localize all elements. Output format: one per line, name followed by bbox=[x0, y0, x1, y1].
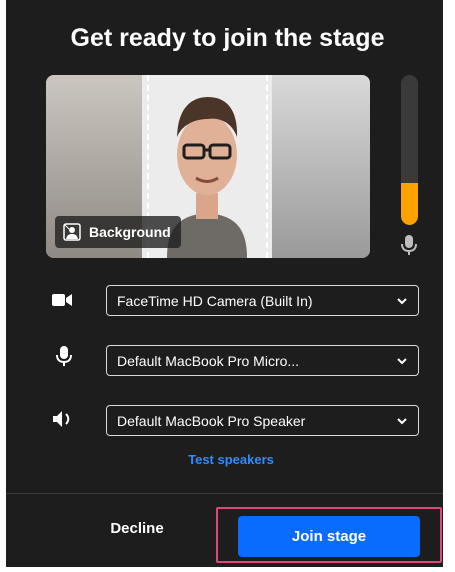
camera-select[interactable]: FaceTime HD Camera (Built In) bbox=[106, 285, 419, 316]
chevron-down-icon bbox=[397, 358, 407, 365]
microphone-select-value: Default MacBook Pro Micro... bbox=[117, 352, 300, 369]
speaker-icon bbox=[53, 411, 70, 427]
test-speakers-link[interactable]: Test speakers bbox=[0, 452, 455, 467]
crop-guide-right bbox=[266, 75, 268, 258]
chevron-down-icon bbox=[397, 418, 407, 425]
blurred-background-right bbox=[270, 75, 370, 258]
speaker-select-value: Default MacBook Pro Speaker bbox=[117, 412, 306, 429]
mic-level-fill bbox=[401, 183, 418, 225]
background-icon bbox=[63, 223, 81, 241]
microphone-icon bbox=[56, 346, 72, 366]
decline-button[interactable]: Decline bbox=[87, 520, 187, 537]
camera-select-value: FaceTime HD Camera (Built In) bbox=[117, 292, 313, 309]
camera-preview: Background bbox=[46, 75, 370, 258]
background-button-label: Background bbox=[89, 224, 171, 240]
background-button[interactable]: Background bbox=[55, 216, 181, 248]
dialog-title: Get ready to join the stage bbox=[70, 24, 385, 52]
microphone-select[interactable]: Default MacBook Pro Micro... bbox=[106, 345, 419, 376]
footer-divider bbox=[6, 493, 443, 494]
microphone-icon bbox=[401, 235, 417, 255]
join-stage-button[interactable]: Join stage bbox=[238, 516, 420, 557]
mic-level-meter bbox=[401, 75, 418, 225]
video-camera-icon bbox=[52, 294, 72, 306]
speaker-select[interactable]: Default MacBook Pro Speaker bbox=[106, 405, 419, 436]
chevron-down-icon bbox=[397, 298, 407, 305]
